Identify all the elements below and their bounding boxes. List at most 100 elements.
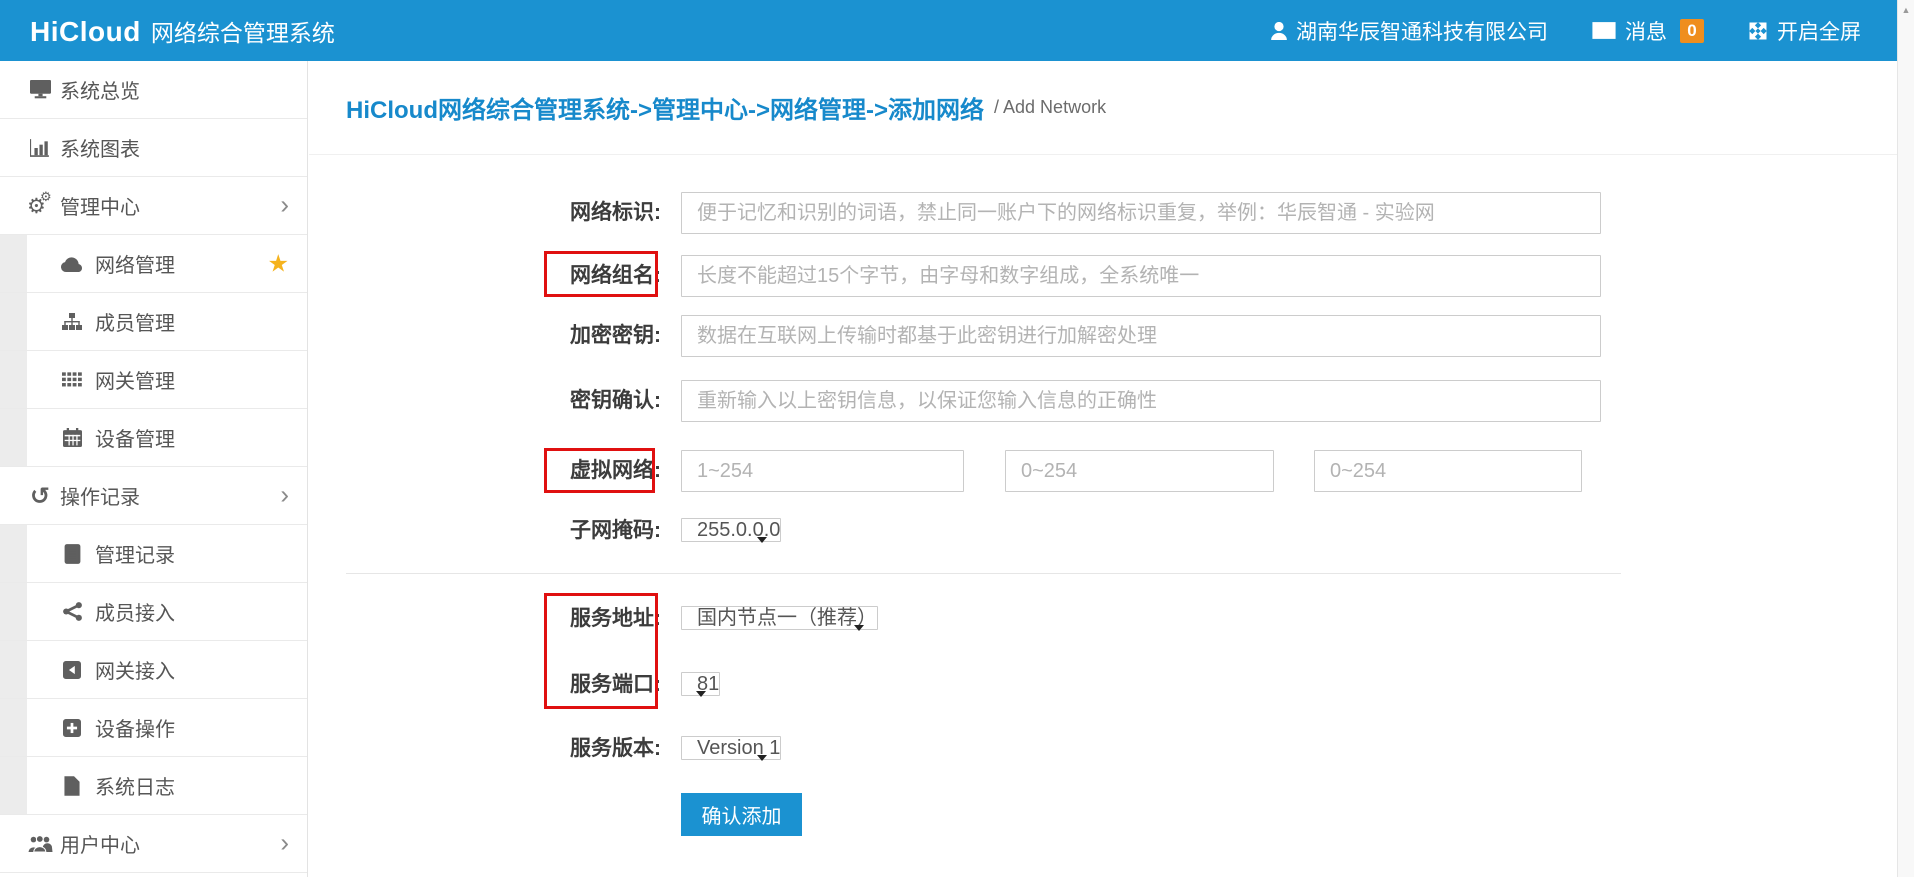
messages-button[interactable]: 消息 0 bbox=[1592, 16, 1704, 46]
caret-down-icon bbox=[757, 537, 767, 543]
form-row-key-confirm: 密钥确认: bbox=[346, 380, 1621, 422]
sidebar-item-label: 网关管理 bbox=[95, 365, 175, 394]
scrollbar-up-arrow-icon[interactable]: ▲ bbox=[1898, 0, 1914, 15]
sidebar-item-gateway-management[interactable]: 网关管理 bbox=[0, 351, 307, 409]
fullscreen-button[interactable]: 开启全屏 bbox=[1748, 16, 1861, 46]
topbar-right-group: 湖南华辰智通科技有限公司 消息 0 bbox=[1271, 16, 1861, 46]
breadcrumb: HiCloud网络综合管理系统->管理中心->网络管理->添加网络 bbox=[346, 90, 984, 125]
sidebar-item-device-management[interactable]: 设备管理 bbox=[0, 409, 307, 467]
messages-count-badge: 0 bbox=[1680, 19, 1704, 43]
sidebar-item-management-records[interactable]: 管理记录 bbox=[0, 525, 307, 583]
virtual-network-octet2-input[interactable] bbox=[1005, 450, 1274, 492]
chevron-right-icon: › bbox=[280, 827, 289, 858]
file-text-icon bbox=[59, 544, 85, 564]
service-address-select[interactable]: 国内节点一（推荐） bbox=[681, 606, 878, 630]
key-confirm-input[interactable] bbox=[681, 380, 1601, 422]
top-header-bar: HiCloud 网络综合管理系统 湖南华辰智通科技有限公司 消息 0 bbox=[0, 0, 1897, 61]
grid-icon bbox=[59, 372, 85, 387]
form-row-subnet-mask: 子网掩码: 255.0.0.0 bbox=[346, 510, 1621, 552]
bar-chart-icon bbox=[27, 139, 53, 157]
form-row-virtual-network: 虚拟网络: bbox=[346, 450, 1621, 492]
sidebar-item-label: 管理中心 bbox=[60, 191, 140, 220]
main-content: HiCloud网络综合管理系统->管理中心->网络管理->添加网络 / Add … bbox=[309, 61, 1897, 877]
caret-down-icon bbox=[696, 691, 706, 697]
calendar-icon bbox=[59, 428, 85, 447]
envelope-icon bbox=[1592, 22, 1616, 39]
sidebar-item-label: 操作记录 bbox=[60, 481, 140, 510]
sidebar-item-system-logs[interactable]: 系统日志 bbox=[0, 757, 307, 815]
sidebar-item-gateway-access[interactable]: 网关接入 bbox=[0, 641, 307, 699]
service-port-select[interactable]: 81 bbox=[681, 672, 720, 696]
sidebar-item-network-management[interactable]: 网络管理 ★ bbox=[0, 235, 307, 293]
service-version-select[interactable]: Version 1 bbox=[681, 736, 781, 760]
sidebar-item-operation-records[interactable]: ↺ 操作记录 › bbox=[0, 467, 307, 525]
virtual-network-label: 虚拟网络: bbox=[346, 450, 661, 492]
app-title-brand: HiCloud bbox=[30, 16, 141, 48]
confirm-add-button[interactable]: 确认添加 bbox=[681, 793, 802, 836]
form-row-encrypt-key: 加密密钥: bbox=[346, 315, 1621, 357]
share-icon bbox=[59, 602, 85, 621]
virtual-network-octet3-input[interactable] bbox=[1314, 450, 1582, 492]
file-icon bbox=[59, 776, 85, 796]
sidebar-item-device-operations[interactable]: 设备操作 bbox=[0, 699, 307, 757]
plus-square-icon bbox=[59, 719, 85, 737]
star-icon: ★ bbox=[267, 249, 289, 278]
fullscreen-label: 开启全屏 bbox=[1777, 16, 1861, 46]
form-row-network-label: 网络标识: bbox=[346, 192, 1621, 234]
sidebar-item-user-center[interactable]: 用户中心 › bbox=[0, 815, 307, 873]
sidebar-item-member-access[interactable]: 成员接入 bbox=[0, 583, 307, 641]
network-group-input[interactable] bbox=[681, 255, 1601, 297]
sidebar-item-label: 系统图表 bbox=[60, 133, 140, 162]
sidebar-item-system-charts[interactable]: 系统图表 bbox=[0, 119, 307, 177]
fullscreen-icon bbox=[1748, 21, 1768, 41]
sidebar-item-label: 系统日志 bbox=[95, 771, 175, 800]
form-section-divider bbox=[346, 573, 1621, 574]
gears-icon: ⚙⚙ bbox=[27, 194, 53, 218]
caret-down-icon bbox=[757, 755, 767, 761]
form-row-service-port: 服务端口: 81 bbox=[346, 664, 1621, 706]
sidebar-item-member-management[interactable]: 成员管理 bbox=[0, 293, 307, 351]
service-address-value: 国内节点一（推荐） bbox=[697, 607, 877, 629]
sidebar-item-management-center[interactable]: ⚙⚙ 管理中心 › bbox=[0, 177, 307, 235]
monitor-icon bbox=[27, 80, 53, 99]
network-label-label: 网络标识: bbox=[346, 192, 661, 234]
chevron-right-icon: › bbox=[280, 189, 289, 220]
subnet-mask-label: 子网掩码: bbox=[346, 510, 661, 552]
add-network-form: 网络标识: 网络组名: 加密密钥: 密钥确认: 虚拟网络: bbox=[346, 192, 1621, 877]
history-icon: ↺ bbox=[27, 484, 53, 508]
sidebar-item-label: 网络管理 bbox=[95, 249, 175, 278]
subnet-mask-value: 255.0.0.0 bbox=[697, 519, 780, 541]
company-account[interactable]: 湖南华辰智通科技有限公司 bbox=[1271, 16, 1548, 46]
sidebar-item-label: 管理记录 bbox=[95, 539, 175, 568]
sitemap-icon bbox=[59, 313, 85, 331]
messages-label: 消息 bbox=[1625, 16, 1667, 46]
sidebar-item-label: 设备管理 bbox=[95, 423, 175, 452]
sidebar-item-system-overview[interactable]: 系统总览 bbox=[0, 61, 307, 119]
chevron-right-icon: › bbox=[280, 479, 289, 510]
app-title: HiCloud 网络综合管理系统 bbox=[30, 14, 335, 48]
sidebar-item-label: 用户中心 bbox=[60, 829, 140, 858]
service-version-label: 服务版本: bbox=[346, 728, 661, 770]
sidebar-nav: 系统总览 系统图表 ⚙⚙ 管理中心 › 网络管理 ★ 成员 bbox=[0, 61, 308, 877]
network-label-input[interactable] bbox=[681, 192, 1601, 234]
encrypt-key-label: 加密密钥: bbox=[346, 315, 661, 357]
service-port-label: 服务端口: bbox=[346, 664, 661, 706]
breadcrumb-bar: HiCloud网络综合管理系统->管理中心->网络管理->添加网络 / Add … bbox=[309, 61, 1897, 155]
subnet-mask-select[interactable]: 255.0.0.0 bbox=[681, 518, 781, 542]
sidebar-item-label: 成员管理 bbox=[95, 307, 175, 336]
sidebar-item-label: 设备操作 bbox=[95, 713, 175, 742]
virtual-network-octet1-input[interactable] bbox=[681, 450, 964, 492]
users-icon bbox=[27, 835, 53, 852]
encrypt-key-input[interactable] bbox=[681, 315, 1601, 357]
form-row-network-group: 网络组名: bbox=[346, 255, 1621, 297]
cloud-icon bbox=[59, 256, 85, 272]
page: HiCloud 网络综合管理系统 湖南华辰智通科技有限公司 消息 0 bbox=[0, 0, 1914, 877]
key-confirm-label: 密钥确认: bbox=[346, 380, 661, 422]
service-version-value: Version 1 bbox=[697, 737, 780, 759]
service-address-label: 服务地址: bbox=[346, 598, 661, 640]
vertical-scrollbar[interactable]: ▲ bbox=[1897, 0, 1914, 877]
form-row-service-version: 服务版本: Version 1 bbox=[346, 728, 1621, 770]
sidebar-item-label: 成员接入 bbox=[95, 597, 175, 626]
company-name: 湖南华辰智通科技有限公司 bbox=[1296, 16, 1548, 46]
breadcrumb-suffix: / Add Network bbox=[994, 97, 1106, 118]
